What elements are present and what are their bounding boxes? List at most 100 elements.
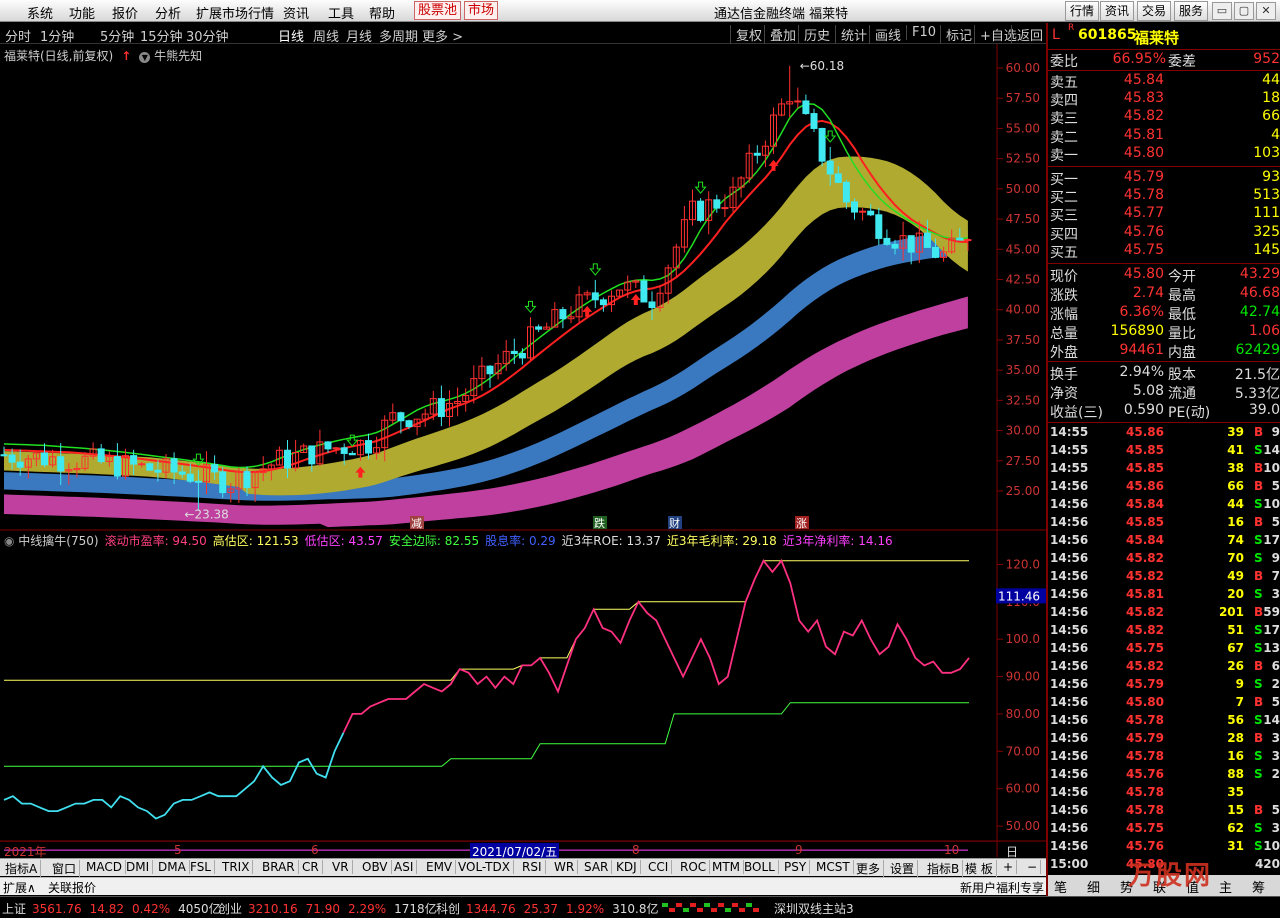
menu-item-2[interactable]: 报价	[112, 3, 138, 22]
asks-row-0[interactable]: 卖五 45.84 44	[1048, 72, 1280, 91]
period-0[interactable]: 分时	[5, 26, 31, 45]
bids-row-2[interactable]: 买三 45.77 111	[1048, 205, 1280, 224]
close-icon[interactable]: ✕	[1256, 2, 1276, 20]
period-8[interactable]: 多周期	[379, 26, 418, 45]
tab-right-1[interactable]: 模 板	[962, 860, 997, 877]
bids-row-0[interactable]: 买一 45.79 93	[1048, 169, 1280, 188]
minimize-icon[interactable]: ▭	[1212, 2, 1232, 20]
chart-title: 福莱特(日线,前复权)	[4, 49, 114, 63]
indicator-tab-1[interactable]: 窗口	[49, 860, 81, 877]
period-5[interactable]: 日线	[278, 26, 304, 45]
indicator-tab-17[interactable]: KDJ	[613, 860, 641, 874]
indicator-tab-15[interactable]: WR	[551, 860, 579, 874]
indicator-value-1: 高估区: 121.53	[212, 534, 299, 548]
event-marker[interactable]: 财	[669, 516, 680, 530]
indicator-tab-10[interactable]: OBV	[359, 860, 392, 874]
menu-item-0[interactable]: 系统	[27, 3, 53, 22]
ext-expand[interactable]: 扩展∧	[3, 879, 36, 896]
indicator-tab-22[interactable]: PSY	[781, 860, 811, 874]
asks-row-2[interactable]: 卖三 45.82 66	[1048, 108, 1280, 127]
indicator-dropdown-icon[interactable]: ◉	[4, 534, 18, 548]
period-9[interactable]: 更多 >	[422, 26, 463, 45]
quote-tab-5[interactable]: 主	[1219, 877, 1232, 896]
index-2[interactable]: 科创 1344.76 25.37 1.92% 310.8亿	[436, 900, 658, 917]
indicator-tab-23[interactable]: MCST	[813, 860, 854, 874]
menu-item-7[interactable]: 帮助	[369, 3, 395, 22]
chart-tool-4[interactable]: 画线	[869, 25, 901, 44]
menu-item-3[interactable]: 分析	[155, 3, 181, 22]
quote-tab-1[interactable]: 细	[1087, 877, 1100, 896]
new-user-welfare[interactable]: 新用户福利专享	[960, 879, 1044, 896]
indicator-tab-12[interactable]: EMV	[423, 860, 457, 874]
server-name[interactable]: 深圳双线主站3	[774, 900, 854, 917]
indicator-tab-5[interactable]: FSL	[187, 860, 215, 874]
tab-right-0[interactable]: 指标B	[924, 860, 964, 877]
chart-tool-3[interactable]: 统计	[835, 25, 867, 44]
event-marker[interactable]: 涨	[796, 517, 807, 530]
indicator-tab-9[interactable]: VR	[329, 860, 353, 874]
bids-row-1[interactable]: 买二 45.78 513	[1048, 187, 1280, 206]
chart-tool-6[interactable]: 标记	[940, 25, 972, 44]
indicator-name[interactable]: 中线擒牛(750)	[18, 534, 98, 548]
quote-tab-0[interactable]: 笔	[1054, 877, 1067, 896]
chart-tool-5[interactable]: F10	[906, 25, 936, 40]
stock-pool-button[interactable]: 股票池	[414, 1, 462, 20]
tool-label[interactable]: 牛熊先知	[154, 49, 202, 63]
chart-tool-1[interactable]: 叠加	[764, 25, 796, 44]
dropdown-icon[interactable]: ▼	[139, 52, 151, 63]
market-button[interactable]: 市场	[464, 1, 499, 20]
indicator-tab-24[interactable]: 更多	[853, 860, 885, 877]
bids-row-3[interactable]: 买四 45.76 325	[1048, 224, 1280, 243]
ext-related-quote[interactable]: 关联报价	[48, 879, 96, 896]
indicator-tab-19[interactable]: ROC	[677, 860, 711, 874]
index-amount: 1718亿	[394, 902, 437, 916]
indicator-tab-2[interactable]: MACD	[83, 860, 126, 874]
indicator-tab-0[interactable]: 指标A	[2, 860, 42, 877]
chart-tool-2[interactable]: 历史	[798, 25, 830, 44]
event-marker[interactable]: 跌	[594, 516, 605, 530]
period-3[interactable]: 15分钟	[140, 26, 183, 45]
period-7[interactable]: 月线	[346, 26, 372, 45]
tab-right-2[interactable]: +	[1000, 860, 1018, 874]
indicator-tab-4[interactable]: DMA	[155, 860, 190, 874]
quote-tab-6[interactable]: 筹	[1252, 877, 1265, 896]
indicator-tab-11[interactable]: ASI	[391, 860, 418, 874]
indicator-tab-7[interactable]: BRAR	[259, 860, 299, 874]
top-right-button-3[interactable]: 服务	[1174, 1, 1208, 21]
menu-item-5[interactable]: 资讯	[283, 3, 309, 22]
kline-chart[interactable]: 60.00 57.50 55.00 52.50 50.00 47.50 45.00 42.50…	[0, 44, 1046, 858]
period-6[interactable]: 周线	[313, 26, 339, 45]
tick-volume: 26	[1227, 659, 1244, 673]
indicator-tab-21[interactable]: BOLL	[741, 860, 779, 874]
chart-tool-0[interactable]: 复权	[730, 25, 762, 44]
indicator-tab-25[interactable]: 设置	[887, 860, 919, 877]
index-1[interactable]: 创业 3210.16 71.90 2.29% 1718亿	[218, 900, 437, 917]
top-right-button-1[interactable]: 资讯	[1100, 1, 1134, 21]
period-2[interactable]: 5分钟	[100, 26, 134, 45]
event-marker[interactable]: 减	[411, 517, 422, 530]
indicator-tab-20[interactable]: MTM	[709, 860, 745, 874]
top-right-button-0[interactable]: 行情	[1065, 1, 1099, 21]
chart-tool-8[interactable]: 返回	[1011, 25, 1043, 44]
indicator-tab-13[interactable]: VOL-TDX	[455, 860, 514, 874]
restore-icon[interactable]: ▢	[1234, 2, 1254, 20]
asks-row-4[interactable]: 卖一 45.80 103	[1048, 145, 1280, 164]
menu-item-6[interactable]: 工具	[328, 3, 354, 22]
indicator-tab-18[interactable]: CCI	[645, 860, 673, 874]
menu-item-1[interactable]: 功能	[69, 3, 95, 22]
period-1[interactable]: 1分钟	[40, 26, 74, 45]
period-4[interactable]: 30分钟	[186, 26, 229, 45]
indicator-tab-14[interactable]: RSI	[519, 860, 546, 874]
top-right-button-2[interactable]: 交易	[1137, 1, 1171, 21]
indicator-tab-6[interactable]: TRIX	[219, 860, 254, 874]
menu-item-4[interactable]: 扩展市场行情	[196, 3, 274, 22]
bids-row-4[interactable]: 买五 45.75 145	[1048, 242, 1280, 261]
indicator-tab-16[interactable]: SAR	[581, 860, 613, 874]
indicator-tab-3[interactable]: DMI	[123, 860, 154, 874]
asks-row-3[interactable]: 卖二 45.81 4	[1048, 127, 1280, 146]
index-0[interactable]: 上证 3561.76 14.82 0.42% 4050亿	[2, 900, 221, 917]
tick-price: 45.82	[1126, 605, 1164, 619]
indicator-tab-8[interactable]: CR	[299, 860, 323, 874]
tab-right-3[interactable]: −	[1024, 860, 1042, 874]
asks-row-1[interactable]: 卖四 45.83 18	[1048, 90, 1280, 109]
